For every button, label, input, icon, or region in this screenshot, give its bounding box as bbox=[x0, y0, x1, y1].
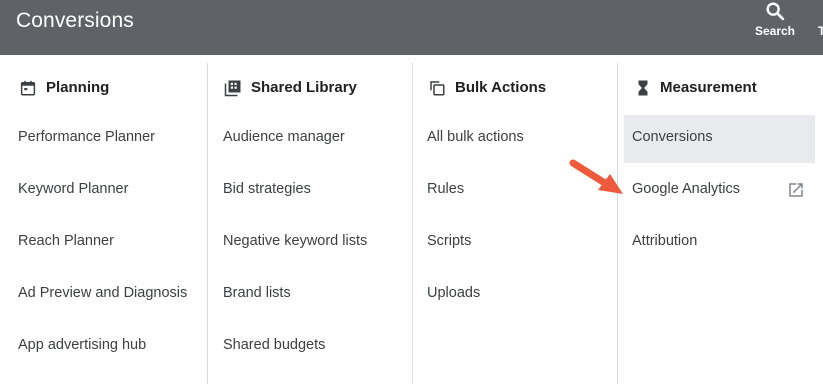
bulk-actions-title: Bulk Actions bbox=[455, 79, 547, 96]
menu-item-label: Rules bbox=[427, 181, 465, 197]
menu-item-label: Shared budgets bbox=[223, 337, 326, 353]
menu-item-negative-keyword-lists[interactable]: Negative keyword lists bbox=[208, 219, 400, 267]
menu-item-label: Negative keyword lists bbox=[223, 233, 368, 249]
shared-library-column: Shared Library Audience manager Bid stra… bbox=[207, 63, 412, 384]
menu-item-label: App advertising hub bbox=[18, 337, 147, 353]
menu-item-label: Uploads bbox=[427, 285, 481, 301]
shared-library-title: Shared Library bbox=[251, 79, 357, 96]
bulk-actions-column: Bulk Actions All bulk actions Rules Scri… bbox=[412, 63, 617, 384]
menu-item-label: Ad Preview and Diagnosis bbox=[18, 285, 188, 301]
search-label: Search bbox=[754, 24, 796, 38]
menu-item-label: Reach Planner bbox=[18, 233, 114, 249]
menu-item-uploads[interactable]: Uploads bbox=[413, 271, 605, 319]
menu-item-label: Brand lists bbox=[223, 285, 291, 301]
menu-item-reach-planner[interactable]: Reach Planner bbox=[0, 219, 192, 267]
menu-item-label: Google Analytics bbox=[632, 181, 741, 197]
menu-item-label: Bid strategies bbox=[223, 181, 311, 197]
menu-item-label: Audience manager bbox=[223, 129, 345, 145]
menu-item-app-advertising-hub[interactable]: App advertising hub bbox=[0, 323, 192, 371]
menu-item-conversions[interactable]: Conversions bbox=[624, 115, 815, 163]
menu-item-attribution[interactable]: Attribution bbox=[618, 219, 810, 267]
search-icon bbox=[766, 2, 785, 21]
measurement-column: Measurement Conversions Google Analytics… bbox=[617, 63, 823, 384]
menu-item-label: Scripts bbox=[427, 233, 472, 249]
truncated-header-item[interactable]: T bbox=[818, 24, 823, 38]
menu-item-shared-budgets[interactable]: Shared budgets bbox=[208, 323, 400, 371]
menu-item-brand-lists[interactable]: Brand lists bbox=[208, 271, 400, 319]
external-link-icon bbox=[789, 183, 803, 197]
menu-item-google-analytics[interactable]: Google Analytics bbox=[618, 167, 815, 215]
shared-library-header: Shared Library bbox=[208, 78, 412, 98]
calendar-icon bbox=[20, 80, 36, 96]
measurement-header: Measurement bbox=[618, 78, 823, 98]
menu-item-all-bulk-actions[interactable]: All bulk actions bbox=[413, 115, 605, 163]
menu-item-bid-strategies[interactable]: Bid strategies bbox=[208, 167, 400, 215]
menu-item-label: Conversions bbox=[632, 129, 713, 145]
menu-item-scripts[interactable]: Scripts bbox=[413, 219, 605, 267]
menu-item-label: Performance Planner bbox=[18, 129, 156, 145]
measurement-title: Measurement bbox=[660, 79, 757, 96]
planning-title: Planning bbox=[46, 79, 110, 96]
pointer-arrow-icon bbox=[569, 159, 623, 194]
tools-menu: Planning Performance Planner Keyword Pla… bbox=[0, 55, 823, 384]
planning-column: Planning Performance Planner Keyword Pla… bbox=[0, 63, 206, 384]
bulk-actions-header: Bulk Actions bbox=[413, 78, 617, 98]
copy-stack-icon bbox=[430, 81, 445, 96]
planning-header: Planning bbox=[0, 78, 206, 98]
menu-item-ad-preview[interactable]: Ad Preview and Diagnosis bbox=[0, 271, 192, 319]
menu-item-keyword-planner[interactable]: Keyword Planner bbox=[0, 167, 192, 215]
menu-item-label: Attribution bbox=[632, 233, 698, 249]
top-bar: Conversions Search T bbox=[0, 0, 823, 55]
page-title: Conversions bbox=[16, 9, 134, 32]
search-button[interactable]: Search bbox=[748, 0, 802, 44]
library-grid-icon bbox=[224, 80, 241, 97]
menu-item-label: All bulk actions bbox=[427, 129, 524, 145]
hourglass-icon bbox=[638, 80, 648, 96]
menu-item-performance-planner[interactable]: Performance Planner bbox=[0, 115, 192, 163]
menu-item-label: Keyword Planner bbox=[18, 181, 129, 197]
menu-item-audience-manager[interactable]: Audience manager bbox=[208, 115, 400, 163]
